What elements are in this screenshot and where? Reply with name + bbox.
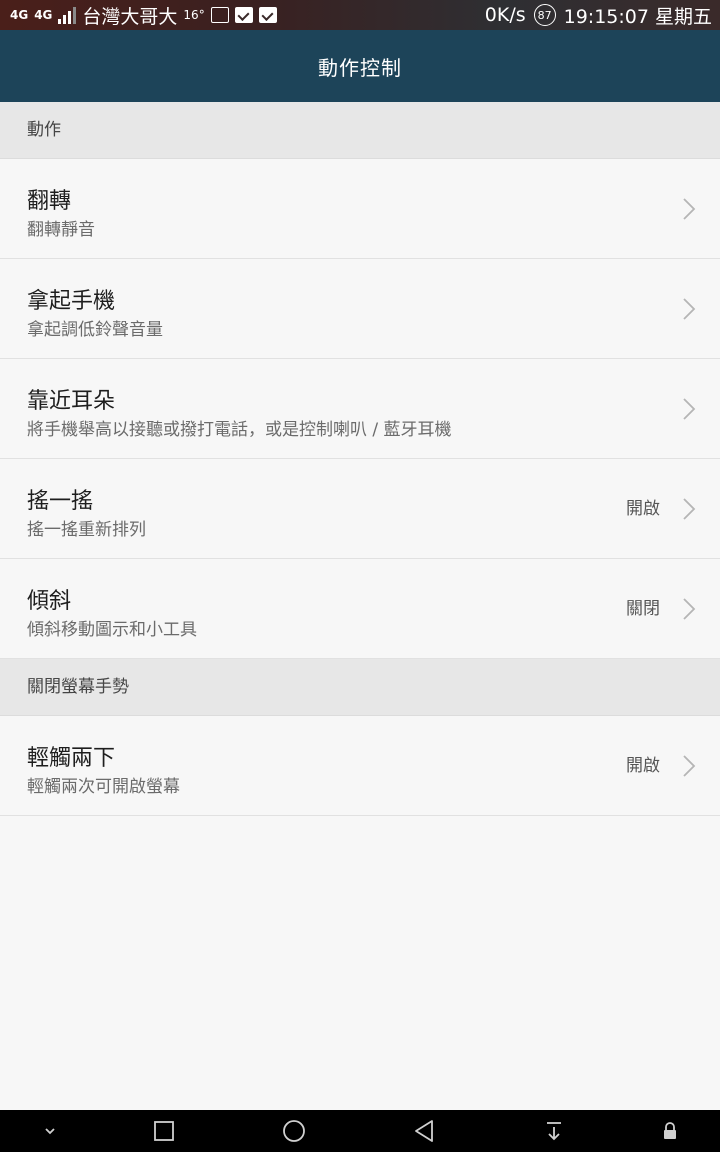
collapse-down-icon[interactable] (30, 1110, 70, 1152)
briefcase-check-icon (258, 7, 277, 23)
status-bar-right: 0K/s 87 19:15:07 星期五 (485, 0, 712, 30)
section-header-screen-off-gestures: 關閉螢幕手勢 (0, 659, 720, 716)
setting-row-near-ear[interactable]: 靠近耳朵 將手機舉高以接聽或撥打電話，或是控制喇叭 / 藍牙耳機 (0, 359, 720, 459)
status-bar: 4G 4G 台灣大哥大 16° 0K/s 87 19:15:07 星期五 (0, 0, 720, 30)
lock-icon[interactable] (650, 1110, 690, 1152)
setting-row-pick-up[interactable]: 拿起手機 拿起調低鈴聲音量 (0, 259, 720, 359)
setting-title: 拿起手機 (27, 289, 116, 314)
temperature: 16° (183, 8, 205, 22)
clock: 19:15:07 星期五 (563, 5, 712, 28)
setting-title: 傾斜 (27, 589, 72, 614)
setting-row-shake[interactable]: 搖一搖 搖一搖重新排列 開啟 (0, 459, 720, 559)
briefcase-check-icon (234, 7, 253, 23)
status-bar-left: 4G 4G 台灣大哥大 16° (10, 0, 277, 30)
chevron-right-icon (683, 198, 696, 220)
home-icon[interactable] (274, 1110, 314, 1152)
chevron-right-icon (683, 498, 696, 520)
setting-title: 搖一搖 (27, 489, 94, 514)
setting-row-double-tap[interactable]: 輕觸兩下 輕觸兩次可開啟螢幕 開啟 (0, 716, 720, 816)
battery-badge: 87 (533, 4, 556, 26)
setting-row-tilt[interactable]: 傾斜 傾斜移動圖示和小工具 關閉 (0, 559, 720, 659)
setting-subtitle: 傾斜移動圖示和小工具 (27, 620, 197, 640)
section-header-label: 關閉螢幕手勢 (27, 677, 129, 697)
chevron-right-icon (683, 298, 696, 320)
setting-subtitle: 將手機舉高以接聽或撥打電話，或是控制喇叭 / 藍牙耳機 (27, 420, 452, 440)
setting-status: 關閉 (626, 599, 660, 619)
image-icon (210, 7, 229, 23)
navigation-bar (0, 1110, 720, 1152)
carrier-name: 台灣大哥大 (82, 5, 178, 28)
setting-subtitle: 搖一搖重新排列 (27, 520, 146, 540)
signal-icon (58, 6, 77, 24)
app-bar: 動作控制 (0, 30, 720, 102)
page-title: 動作控制 (318, 55, 402, 80)
setting-title: 靠近耳朵 (27, 389, 116, 414)
chevron-right-icon (683, 398, 696, 420)
setting-status: 開啟 (626, 756, 660, 776)
section-header-motion: 動作 (0, 102, 720, 159)
setting-status: 開啟 (626, 499, 660, 519)
network-type-primary: 4G (10, 8, 29, 22)
chevron-right-icon (683, 755, 696, 777)
network-speed: 0K/s (484, 4, 526, 26)
section-header-label: 動作 (27, 120, 61, 140)
setting-title: 翻轉 (27, 189, 72, 214)
recent-apps-icon[interactable] (144, 1110, 184, 1152)
setting-subtitle: 拿起調低鈴聲音量 (27, 320, 163, 340)
setting-subtitle: 輕觸兩次可開啟螢幕 (27, 777, 180, 797)
setting-title: 輕觸兩下 (27, 746, 116, 771)
network-type-secondary: 4G (34, 8, 53, 22)
back-icon[interactable] (404, 1110, 444, 1152)
chevron-right-icon (683, 598, 696, 620)
setting-row-flip[interactable]: 翻轉 翻轉靜音 (0, 159, 720, 259)
notification-pull-icon[interactable] (534, 1110, 574, 1152)
setting-subtitle: 翻轉靜音 (27, 220, 95, 240)
